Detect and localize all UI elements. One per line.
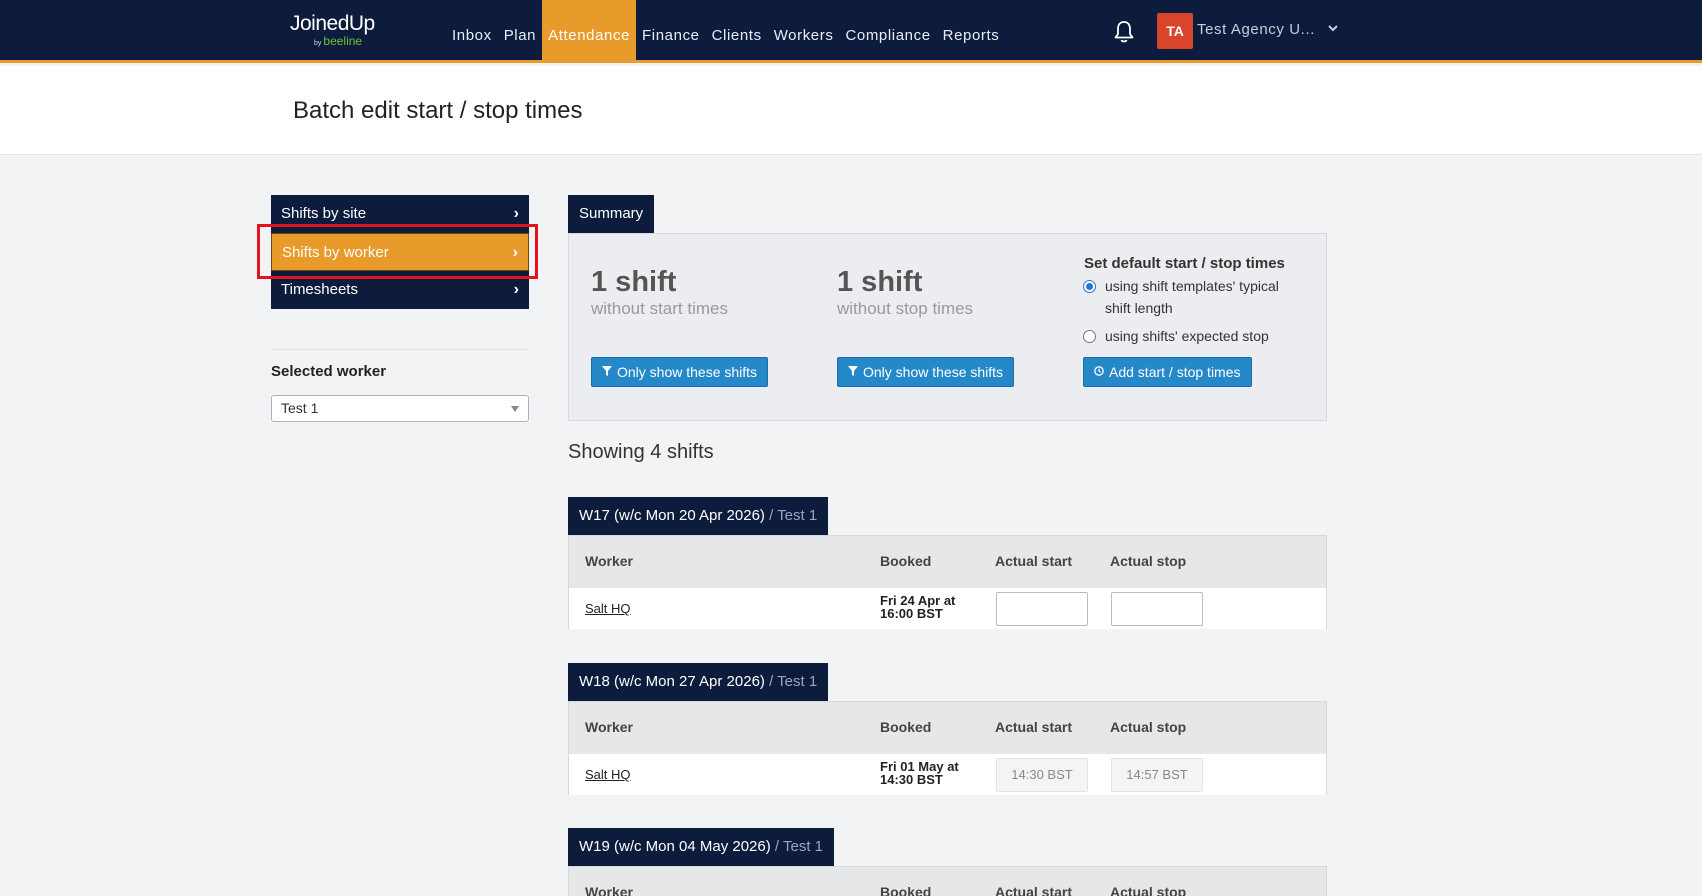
- booked-time: Fri 01 May at 14:30 BST: [880, 759, 959, 787]
- table-row: Salt HQ Fri 24 Apr at 16:00 BST: [569, 588, 1326, 629]
- stop-missing-count: 1 shift: [837, 266, 923, 298]
- showing-count: Showing 4 shifts: [568, 441, 714, 463]
- week-table: Worker Booked Actual start Actual stop: [568, 866, 1327, 896]
- actual-stop-input[interactable]: [1111, 592, 1203, 626]
- week-tab: W17 (w/c Mon 20 Apr 2026) / Test 1: [568, 497, 829, 541]
- table-header: Worker Booked Actual start Actual stop: [569, 536, 1326, 588]
- selected-worker-select[interactable]: Test 1: [271, 395, 529, 422]
- table-row: Salt HQ Fri 01 May at 14:30 BST 14:30 BS…: [569, 754, 1326, 795]
- start-missing-desc: without start times: [591, 299, 728, 318]
- stop-missing-desc: without stop times: [837, 299, 974, 318]
- title-band: Batch edit start / stop times: [0, 66, 1702, 155]
- nav-reports[interactable]: Reports: [937, 0, 1006, 63]
- filter-icon: [848, 366, 858, 376]
- start-missing-count: 1 shift: [591, 266, 677, 298]
- nav-workers[interactable]: Workers: [768, 0, 840, 63]
- filter-stop-missing-button[interactable]: Only show these shifts: [837, 357, 1015, 387]
- actual-start-input[interactable]: [996, 592, 1088, 626]
- radio-label-template-line1: using shift templates' typical: [1105, 278, 1279, 294]
- site-link[interactable]: Salt HQ: [585, 767, 631, 782]
- divider: [271, 349, 529, 350]
- nav-clients[interactable]: Clients: [706, 0, 768, 63]
- nav-plan[interactable]: Plan: [498, 0, 542, 63]
- summary-tab: Summary: [568, 195, 655, 233]
- radio-label-template-line2: shift length: [1105, 300, 1173, 316]
- set-defaults-title: Set default start / stop times: [1084, 255, 1285, 272]
- avatar[interactable]: TA: [1157, 13, 1193, 49]
- top-navbar: JoinedUp by beeline Inbox Plan Attendance…: [0, 0, 1702, 63]
- table-header: Worker Booked Actual start Actual stop: [569, 867, 1326, 896]
- week-table: Worker Booked Actual start Actual stop S…: [568, 701, 1327, 795]
- booked-time: Fri 24 Apr at 16:00 BST: [880, 593, 956, 621]
- site-link[interactable]: Salt HQ: [585, 601, 631, 616]
- filter-icon: [602, 366, 612, 376]
- week-table: Worker Booked Actual start Actual stop S…: [568, 535, 1327, 629]
- actual-stop-input[interactable]: 14:57 BST: [1111, 758, 1203, 792]
- summary-start-col: 1 shift without start times: [591, 266, 728, 319]
- table-header: Worker Booked Actual start Actual stop: [569, 702, 1326, 754]
- add-start-stop-times-button[interactable]: Add start / stop times: [1083, 357, 1252, 387]
- summary-panel: 1 shift without start times Only show th…: [568, 233, 1327, 421]
- nav-inbox[interactable]: Inbox: [446, 0, 498, 63]
- selected-worker-label: Selected worker: [271, 363, 387, 380]
- radio-shift-template-length[interactable]: [1083, 280, 1096, 293]
- actual-start-input[interactable]: 14:30 BST: [996, 758, 1088, 792]
- agency-name[interactable]: Test Agency U...: [1197, 21, 1315, 38]
- chevron-down-icon[interactable]: [1327, 22, 1339, 34]
- nav-compliance[interactable]: Compliance: [839, 0, 936, 63]
- main-nav: Inbox Plan Attendance Finance Clients Wo…: [446, 0, 1005, 63]
- nav-finance[interactable]: Finance: [636, 0, 706, 63]
- radio-label-expected-stop: using shifts' expected stop: [1105, 328, 1269, 344]
- page-title: Batch edit start / stop times: [293, 97, 583, 124]
- summary-stop-col: 1 shift without stop times: [837, 266, 973, 319]
- clock-icon: [1094, 366, 1104, 376]
- nav-attendance[interactable]: Attendance: [542, 0, 637, 63]
- highlight-annotation: [257, 224, 538, 279]
- filter-start-missing-button[interactable]: Only show these shifts: [591, 357, 769, 387]
- bell-icon[interactable]: [1112, 19, 1136, 45]
- week-tab: W18 (w/c Mon 27 Apr 2026) / Test 1: [568, 663, 829, 707]
- dropdown-caret-icon: [511, 406, 519, 412]
- joinedup-logo[interactable]: JoinedUp by beeline: [288, 12, 398, 48]
- radio-expected-stop[interactable]: [1083, 330, 1096, 343]
- week-tab: W19 (w/c Mon 04 May 2026) / Test 1: [568, 828, 835, 872]
